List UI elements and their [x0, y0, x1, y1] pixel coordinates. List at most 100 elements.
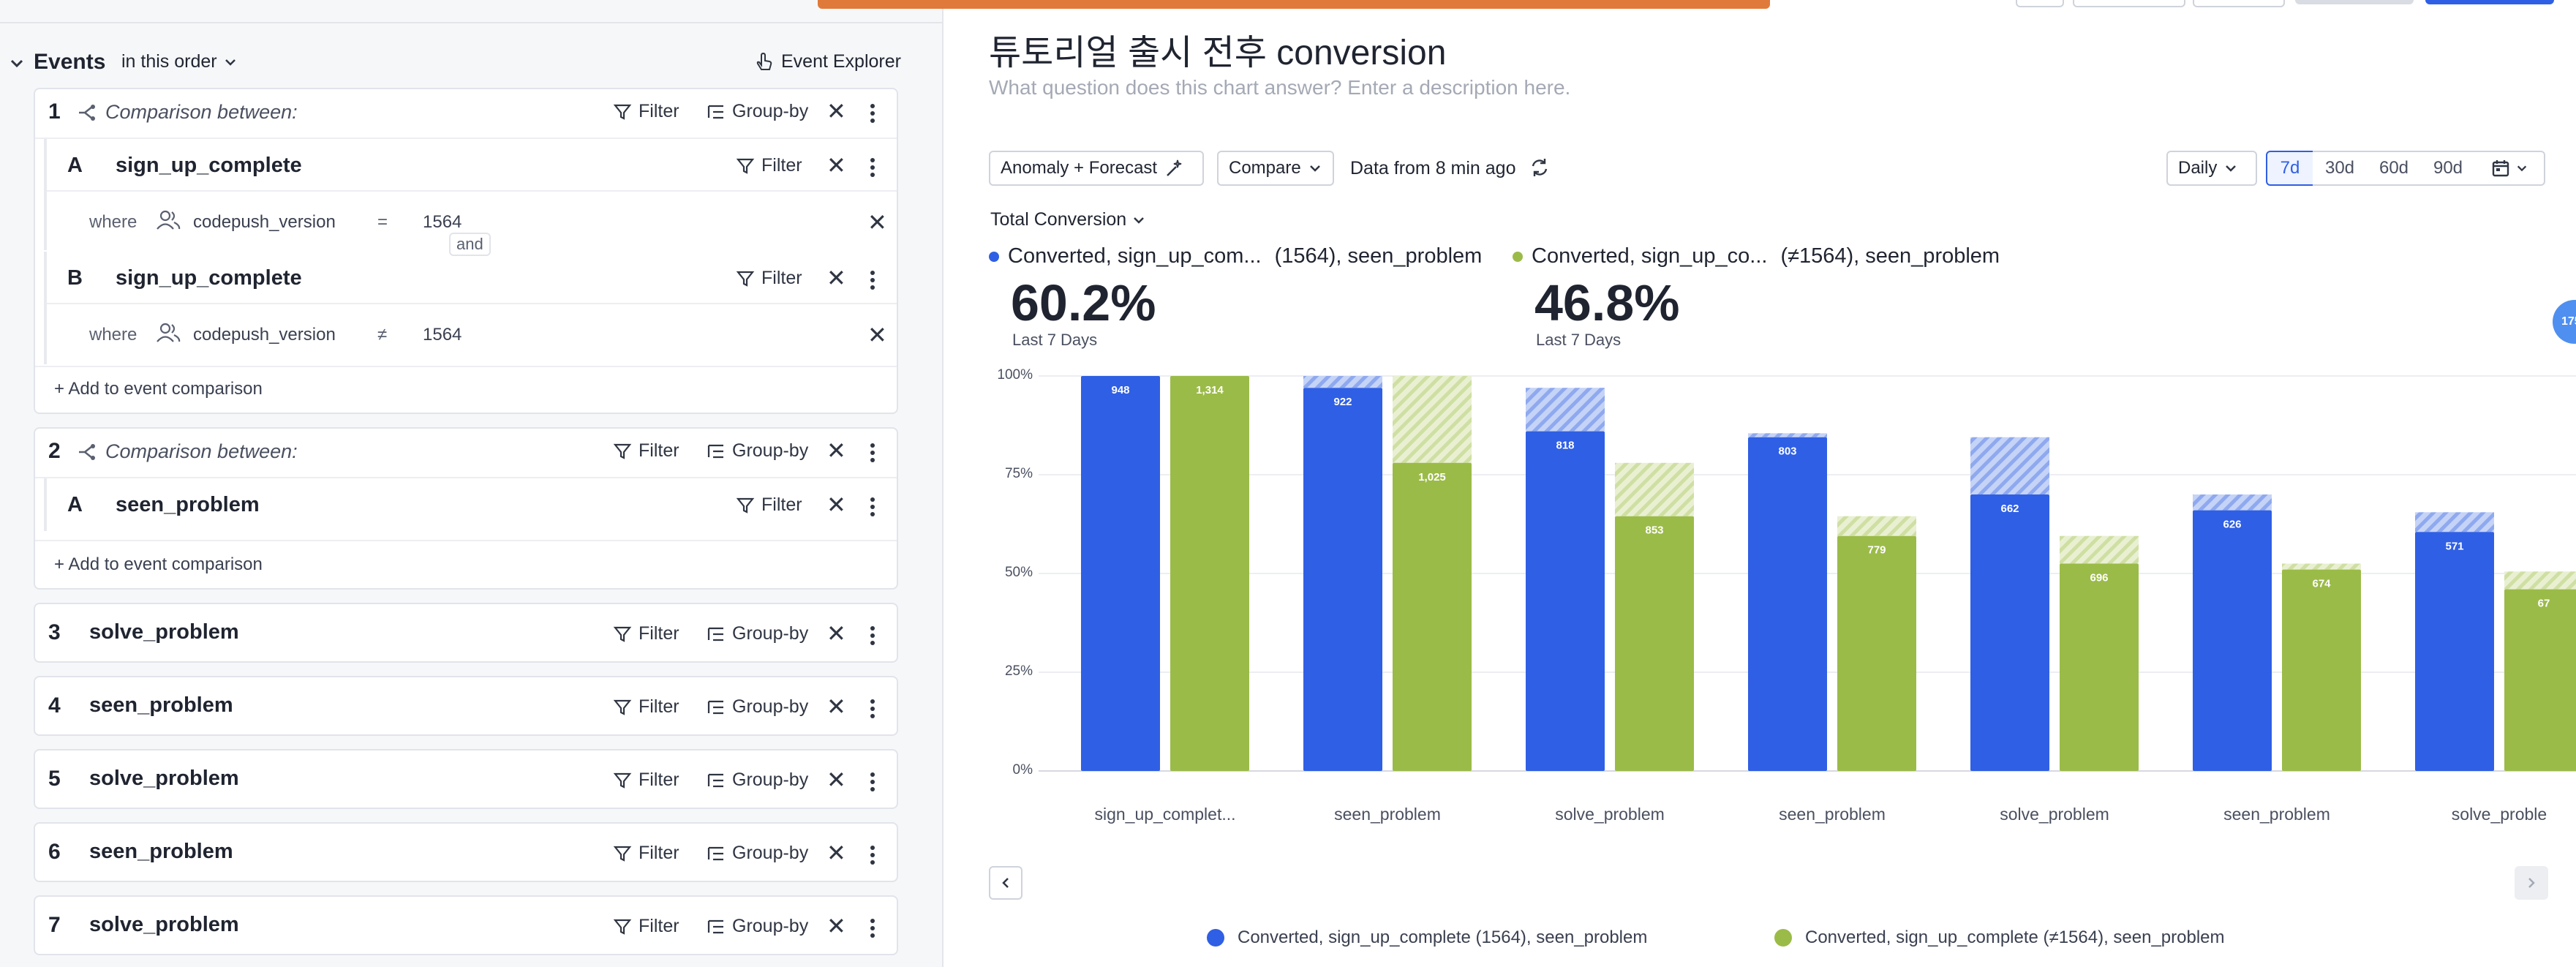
bar-dropoff[interactable] [1393, 376, 1472, 463]
bar-dropoff[interactable] [2060, 535, 2139, 564]
remove-step-icon[interactable]: ✕ [826, 99, 846, 123]
toolbar-button-partial[interactable] [2295, 0, 2414, 4]
bottom-legend-1[interactable]: Converted, sign_up_complete (1564), seen… [1207, 928, 1647, 948]
property-name[interactable]: codepush_version [193, 325, 336, 345]
filter-button[interactable]: Filter [736, 494, 802, 516]
save-button-partial[interactable] [2425, 0, 2554, 4]
remove-step-icon[interactable]: ✕ [826, 622, 846, 645]
more-options-icon[interactable] [870, 271, 875, 290]
event-name[interactable]: seen_problem [89, 693, 233, 718]
bar[interactable] [1393, 462, 1472, 771]
more-options-icon[interactable] [870, 158, 875, 177]
toolbar-button-partial[interactable] [2073, 0, 2185, 7]
bottom-legend-2[interactable]: Converted, sign_up_complete (≠1564), see… [1774, 928, 2225, 948]
metric-dropdown[interactable]: Total Conversion [990, 209, 1145, 230]
bar-dropoff[interactable] [1303, 376, 1382, 388]
filter-button[interactable]: Filter [613, 101, 679, 122]
remove-filter-icon[interactable]: ✕ [867, 211, 887, 234]
groupby-button[interactable]: Group-by [707, 101, 808, 122]
remove-step-icon[interactable]: ✕ [826, 841, 846, 865]
bar[interactable] [1526, 431, 1605, 771]
add-event-comparison-button[interactable]: + Add to event comparison [54, 379, 263, 399]
property-value[interactable]: 1564 [423, 212, 462, 233]
bar-dropoff[interactable] [2504, 571, 2576, 590]
event-name[interactable]: solve_problem [89, 767, 239, 791]
event-name[interactable]: solve_problem [89, 913, 239, 937]
remove-event-icon[interactable]: ✕ [826, 493, 846, 516]
range-60d[interactable]: 60d [2367, 151, 2422, 186]
filter-button[interactable]: Filter [613, 916, 679, 937]
remove-filter-icon[interactable]: ✕ [867, 323, 887, 347]
operator[interactable]: ≠ [377, 325, 387, 345]
collapse-chevron-icon[interactable] [9, 56, 25, 72]
remove-step-icon[interactable]: ✕ [826, 695, 846, 718]
bar[interactable] [1970, 494, 2049, 771]
groupby-button[interactable]: Group-by [707, 440, 808, 462]
bar[interactable] [2060, 563, 2139, 772]
filter-button[interactable]: Filter [613, 623, 679, 644]
remove-event-icon[interactable]: ✕ [826, 266, 846, 290]
interval-dropdown[interactable]: Daily [2166, 151, 2257, 186]
groupby-button[interactable]: Group-by [707, 696, 808, 718]
more-options-icon[interactable] [870, 104, 875, 123]
bar[interactable] [1748, 437, 1827, 771]
remove-event-icon[interactable]: ✕ [826, 154, 846, 177]
scroll-right-button[interactable] [2515, 866, 2548, 900]
more-options-icon[interactable] [870, 772, 875, 791]
legend-series-2[interactable]: Converted, sign_up_co... (≠1564), seen_p… [1513, 244, 2000, 268]
bar-dropoff[interactable] [1837, 516, 1916, 536]
remove-step-icon[interactable]: ✕ [826, 439, 846, 462]
remove-step-icon[interactable]: ✕ [826, 914, 846, 938]
refresh-icon[interactable] [1529, 157, 1551, 178]
event-name[interactable]: seen_problem [89, 840, 233, 864]
more-options-icon[interactable] [870, 626, 875, 645]
event-name[interactable]: sign_up_complete [116, 266, 302, 290]
bar[interactable] [1837, 535, 1916, 771]
toolbar-button-partial[interactable] [2193, 0, 2285, 7]
filter-button[interactable]: Filter [736, 268, 802, 289]
bar-dropoff[interactable] [1970, 437, 2049, 494]
chart-description[interactable]: What question does this chart answer? En… [989, 76, 1570, 99]
bar-dropoff[interactable] [2193, 494, 2272, 511]
event-name[interactable]: solve_problem [89, 620, 239, 644]
property-value[interactable]: 1564 [423, 325, 462, 345]
legend-series-1[interactable]: Converted, sign_up_com... (1564), seen_p… [989, 244, 1482, 268]
more-options-icon[interactable] [870, 919, 875, 938]
groupby-button[interactable]: Group-by [707, 770, 808, 791]
notification-badge[interactable]: 175 [2553, 300, 2576, 344]
bar[interactable] [2193, 510, 2272, 771]
groupby-button[interactable]: Group-by [707, 623, 808, 644]
range-30d[interactable]: 30d [2313, 151, 2368, 186]
remove-step-icon[interactable]: ✕ [826, 768, 846, 791]
bar-dropoff[interactable] [2282, 563, 2361, 570]
add-event-comparison-button[interactable]: + Add to event comparison [54, 554, 263, 575]
bar[interactable] [1303, 388, 1382, 771]
property-name[interactable]: codepush_version [193, 212, 336, 233]
order-dropdown[interactable]: in this order [121, 51, 238, 72]
bar[interactable] [1615, 516, 1694, 771]
operator[interactable]: = [377, 212, 388, 233]
range-90d[interactable]: 90d [2421, 151, 2477, 186]
bar-dropoff[interactable] [1748, 433, 1827, 437]
bar[interactable] [2504, 589, 2576, 771]
bar[interactable] [1170, 376, 1249, 771]
more-options-icon[interactable] [870, 699, 875, 718]
filter-button[interactable]: Filter [613, 696, 679, 718]
compare-dropdown[interactable]: Compare [1217, 151, 1334, 186]
event-name[interactable]: sign_up_complete [116, 154, 302, 178]
more-options-icon[interactable] [870, 443, 875, 462]
filter-button[interactable]: Filter [613, 843, 679, 864]
chart-title[interactable]: 튜토리얼 출시 전후 conversion [989, 23, 1446, 75]
event-explorer-button[interactable]: Event Explorer [753, 51, 901, 72]
bar[interactable] [2415, 532, 2494, 771]
filter-button[interactable]: Filter [613, 440, 679, 462]
bar-dropoff[interactable] [1526, 388, 1605, 432]
bar-dropoff[interactable] [1615, 462, 1694, 516]
groupby-button[interactable]: Group-by [707, 916, 808, 937]
bar-dropoff[interactable] [2415, 512, 2494, 533]
anomaly-forecast-button[interactable]: Anomaly + Forecast [989, 151, 1204, 186]
more-options-icon[interactable] [870, 846, 875, 865]
toolbar-button-partial[interactable] [2016, 0, 2064, 7]
more-options-icon[interactable] [870, 497, 875, 516]
date-picker-button[interactable] [2475, 151, 2545, 186]
